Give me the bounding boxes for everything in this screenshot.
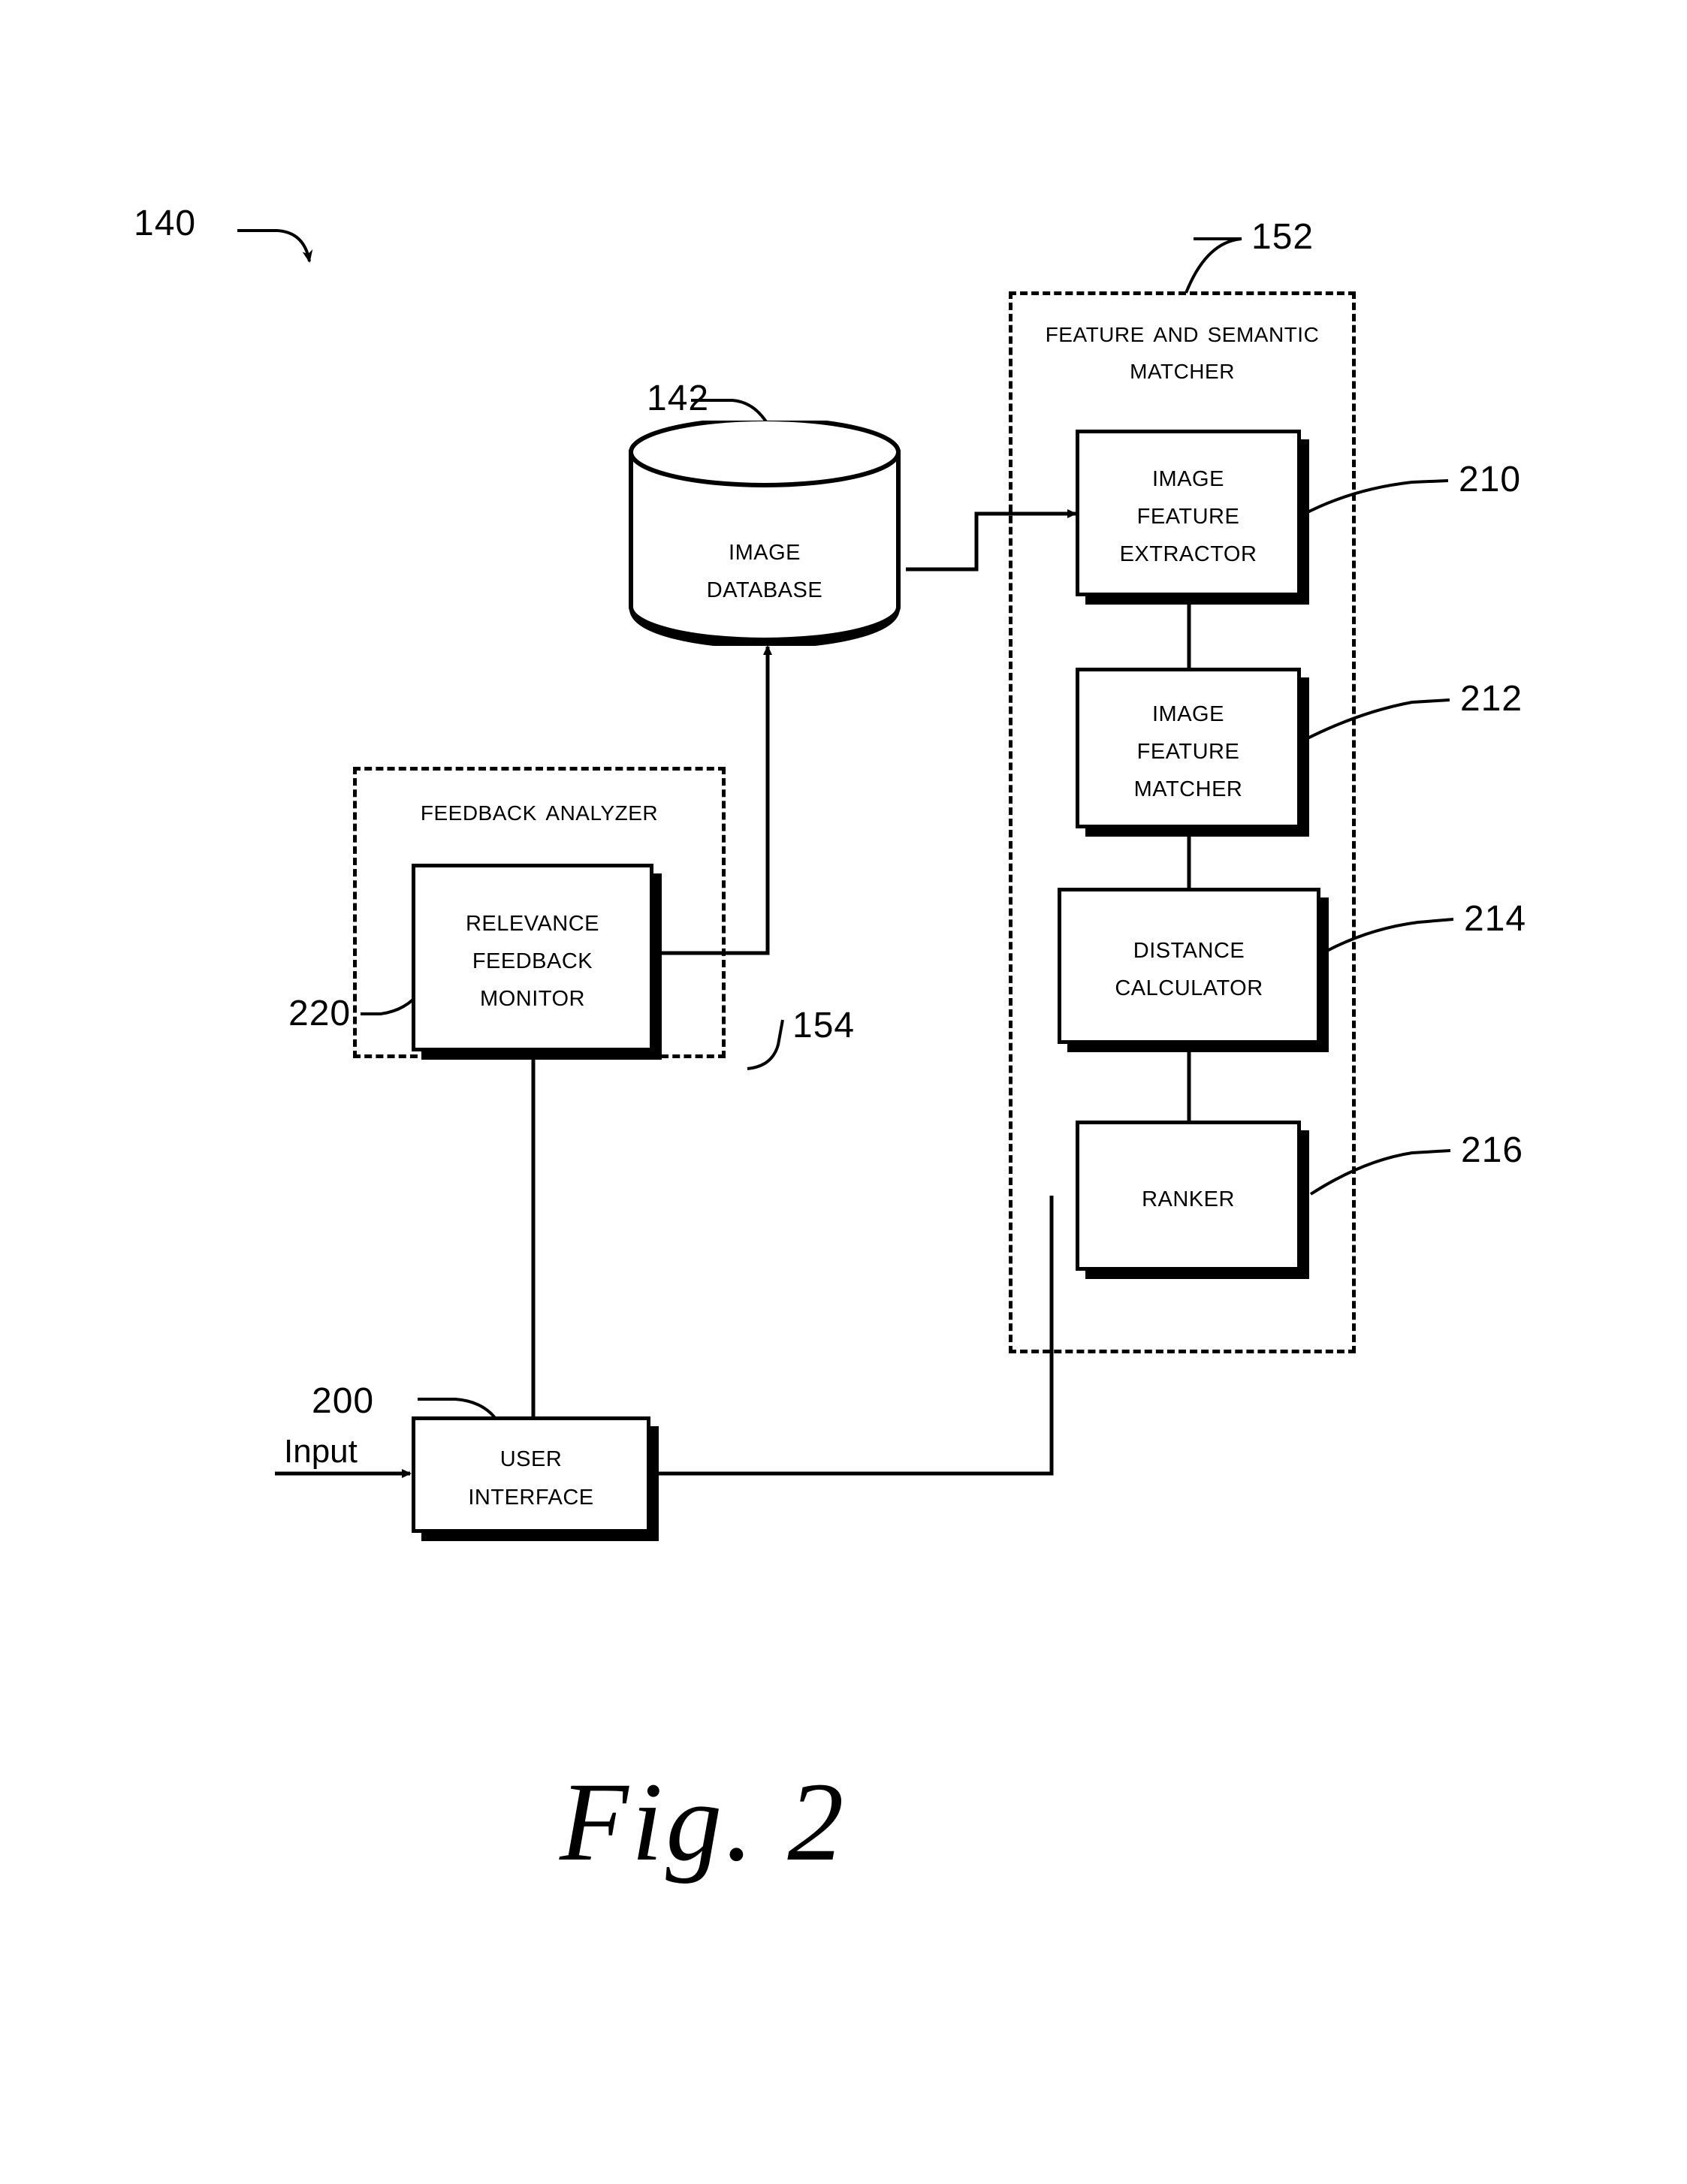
ref-140: 140 <box>134 204 197 243</box>
relevance-feedback-monitor-box[interactable]: Relevance Feedback Monitor <box>412 864 653 1051</box>
wire-user-interface-to-ranker <box>650 1196 1054 1476</box>
ref-216: 216 <box>1461 1130 1524 1170</box>
ref-220: 220 <box>288 994 352 1033</box>
ref-154: 154 <box>792 1006 856 1045</box>
ranker-box[interactable]: Ranker <box>1076 1121 1301 1271</box>
image-feature-extractor-box[interactable]: Image Feature Extractor <box>1076 430 1301 596</box>
patent-figure-canvas: 140 152 142 210 212 214 216 154 220 200 … <box>0 0 1687 2184</box>
input-label: Input <box>284 1433 358 1470</box>
figure-caption: Fig. 2 <box>560 1760 847 1884</box>
ref-212: 212 <box>1460 679 1523 719</box>
group-title-feature-and-semantic-matcher: Feature and Semantic Matcher <box>1045 315 1320 385</box>
ref-210: 210 <box>1459 460 1522 499</box>
relevance-feedback-monitor-label: Relevance Feedback Monitor <box>465 902 600 1012</box>
ref-152: 152 <box>1251 217 1314 257</box>
ranker-label: Ranker <box>1142 1178 1235 1213</box>
ref-142: 142 <box>647 379 710 418</box>
distance-calculator-label: Distance Calculator <box>1115 929 1263 1002</box>
leader-140 <box>237 229 313 263</box>
leader-154 <box>747 1019 784 1070</box>
group-title-feedback-analyzer: Feedback Analyzer <box>420 794 659 827</box>
ref-200: 200 <box>312 1381 375 1421</box>
image-database-label: Image Database <box>706 532 823 605</box>
image-database-cylinder: Image Database <box>623 417 906 650</box>
user-interface-box[interactable]: User Interface <box>412 1416 650 1533</box>
ref-214: 214 <box>1464 899 1527 939</box>
image-feature-matcher-box[interactable]: Image Feature Matcher <box>1076 668 1301 828</box>
image-feature-matcher-label: Image Feature Matcher <box>1133 692 1243 803</box>
image-feature-extractor-label: Image Feature Extractor <box>1119 457 1257 568</box>
leader-152 <box>1185 237 1242 294</box>
user-interface-label: User Interface <box>468 1438 594 1511</box>
distance-calculator-box[interactable]: Distance Calculator <box>1058 888 1320 1044</box>
